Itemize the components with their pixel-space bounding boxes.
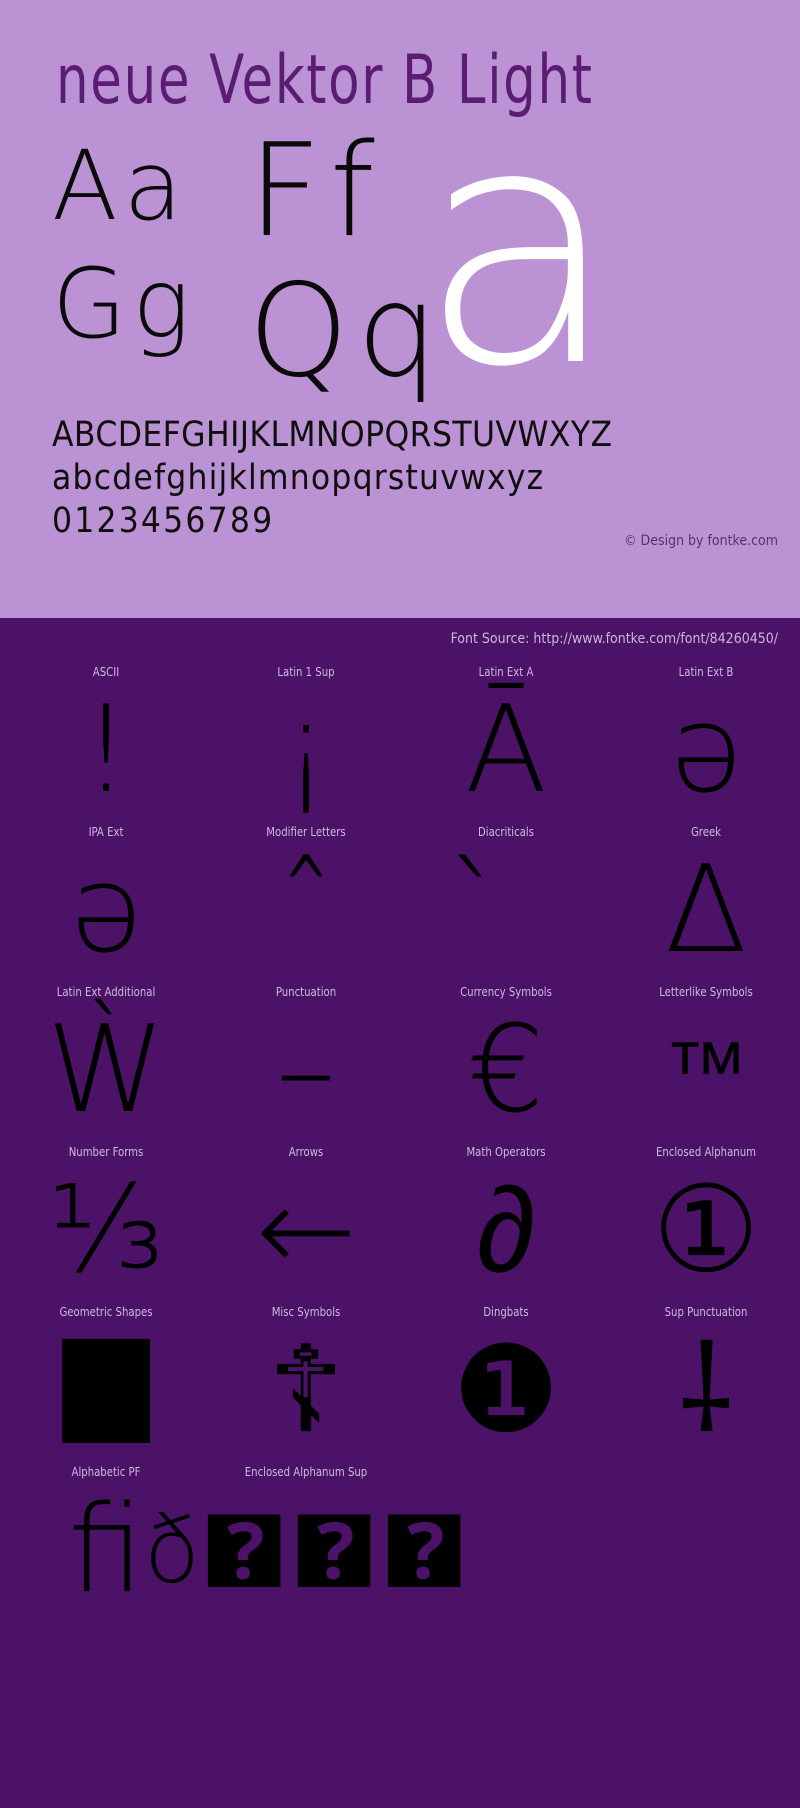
sample-Gg: Gg xyxy=(52,248,196,360)
coverage-row: Number Forms ⅓ Arrows ← Math Operators ∂… xyxy=(0,1144,800,1304)
coverage-cell: Enclosed Alphanum ① xyxy=(606,1144,800,1304)
coverage-cell-glyph: Ẁ xyxy=(46,1001,166,1140)
sample-pair-mid: Ff Qq xyxy=(248,128,446,396)
coverage-cell-glyph: ☦ xyxy=(267,1321,345,1460)
coverage-cell: Latin Ext B ǝ xyxy=(606,664,800,824)
coverage-cell: Diacriticals ̀ xyxy=(406,824,606,984)
font-source-link[interactable]: Font Source: http://www.fontke.com/font/… xyxy=(451,630,778,648)
coverage-cell-glyph xyxy=(606,1478,800,1624)
coverage-cell-glyph: ∂ xyxy=(476,1161,536,1300)
alphabet-block: ABCDEFGHIJKLMNOPQRSTUVWXYZ abcdefghijklm… xyxy=(52,414,772,543)
sample-glyph-showcase: Aa Gg Ff Qq a xyxy=(0,82,800,412)
coverage-cell-glyph: ə xyxy=(69,841,143,980)
alphabet-lowercase: abcdefghijklmnopqrstuvwxyz xyxy=(52,458,545,498)
coverage-cell: Dingbats ❶ xyxy=(406,1304,606,1464)
coverage-cell-glyph: ❶ xyxy=(452,1321,560,1460)
coverage-cell: Math Operators ∂ xyxy=(406,1144,606,1304)
sample-Qq: Qq xyxy=(248,257,446,406)
coverage-cell-glyph: € xyxy=(467,1001,545,1140)
sample-large-a: a xyxy=(418,55,621,439)
coverage-cell-glyph: ⅓ xyxy=(47,1161,165,1300)
coverage-row: Latin Ext Additional Ẁ Punctuation – Cur… xyxy=(0,984,800,1144)
coverage-row: ASCII ! Latin 1 Sup ¡ Latin Ext A Ā Lati… xyxy=(0,664,800,824)
coverage-cell-glyph xyxy=(6,1318,206,1464)
coverage-cell-glyph: Δ xyxy=(664,841,748,980)
coverage-cell: Enclosed Alphanum Sup ð🯄🯄🯄 xyxy=(143,1464,470,1624)
coverage-cell: Punctuation – xyxy=(206,984,406,1144)
font-specimen-page: neue Vektor B Light Aa Gg Ff Qq a ABCDEF… xyxy=(0,0,800,1808)
copyright-notice: © Design by fontke.com xyxy=(623,533,778,549)
coverage-row: Geometric Shapes Misc Symbols ☦ Dingbats… xyxy=(0,1304,800,1464)
coverage-cell: ASCII ! xyxy=(6,664,206,824)
coverage-cell xyxy=(606,1464,800,1624)
coverage-cell: Geometric Shapes xyxy=(6,1304,206,1464)
coverage-cell xyxy=(406,1464,606,1624)
alphabet-uppercase: ABCDEFGHIJKLMNOPQRSTUVWXYZ xyxy=(52,415,613,455)
coverage-cell-glyph: ˆ xyxy=(276,841,336,980)
coverage-cell: Misc Symbols ☦ xyxy=(206,1304,406,1464)
coverage-cell-glyph: ⸸ xyxy=(677,1321,735,1460)
coverage-cell-glyph: ① xyxy=(652,1161,760,1300)
coverage-cell: Sup Punctuation ⸸ xyxy=(606,1304,800,1464)
coverage-cell-glyph: – xyxy=(276,1001,336,1140)
coverage-cell: Number Forms ⅓ xyxy=(6,1144,206,1304)
coverage-cell: Latin 1 Sup ¡ xyxy=(206,664,406,824)
coverage-cell: Arrows ← xyxy=(206,1144,406,1304)
coverage-row: IPA Ext ə Modifier Letters ˆ Diacritical… xyxy=(0,824,800,984)
coverage-cell-glyph: ™ xyxy=(664,1022,748,1120)
coverage-cell-glyph: ̀ xyxy=(406,838,606,984)
coverage-cell-glyph xyxy=(406,1478,606,1624)
coverage-cell: Modifier Letters ˆ xyxy=(206,824,406,984)
coverage-cell-glyph: Ā xyxy=(464,681,548,820)
sample-Aa: Aa xyxy=(52,130,189,242)
coverage-cell-glyph: ð🯄🯄🯄 xyxy=(143,1497,470,1604)
coverage-row: Alphabetic PF ﬁ Enclosed Alphanum Sup ð🯄… xyxy=(0,1464,800,1624)
coverage-cell-glyph: ǝ xyxy=(669,681,743,820)
sample-pair-small: Aa Gg xyxy=(52,138,196,352)
coverage-grid: ASCII ! Latin 1 Sup ¡ Latin Ext A Ā Lati… xyxy=(0,664,800,1624)
coverage-cell-glyph: ! xyxy=(81,681,131,820)
specimen-header-panel: neue Vektor B Light Aa Gg Ff Qq a ABCDEF… xyxy=(0,0,800,618)
coverage-cell: Latin Ext A Ā xyxy=(406,664,606,824)
coverage-cell-glyph: ¡ xyxy=(281,681,331,820)
coverage-cell-glyph: ← xyxy=(255,1161,357,1300)
coverage-cell: IPA Ext ə xyxy=(6,824,206,984)
sample-Ff: Ff xyxy=(248,117,383,266)
unicode-coverage-panel: Font Source: http://www.fontke.com/font/… xyxy=(0,618,800,1808)
coverage-cell: Greek Δ xyxy=(606,824,800,984)
coverage-cell: Latin Ext Additional Ẁ xyxy=(6,984,206,1144)
coverage-cell: Currency Symbols € xyxy=(406,984,606,1144)
coverage-cell: Letterlike Symbols ™ xyxy=(606,984,800,1144)
